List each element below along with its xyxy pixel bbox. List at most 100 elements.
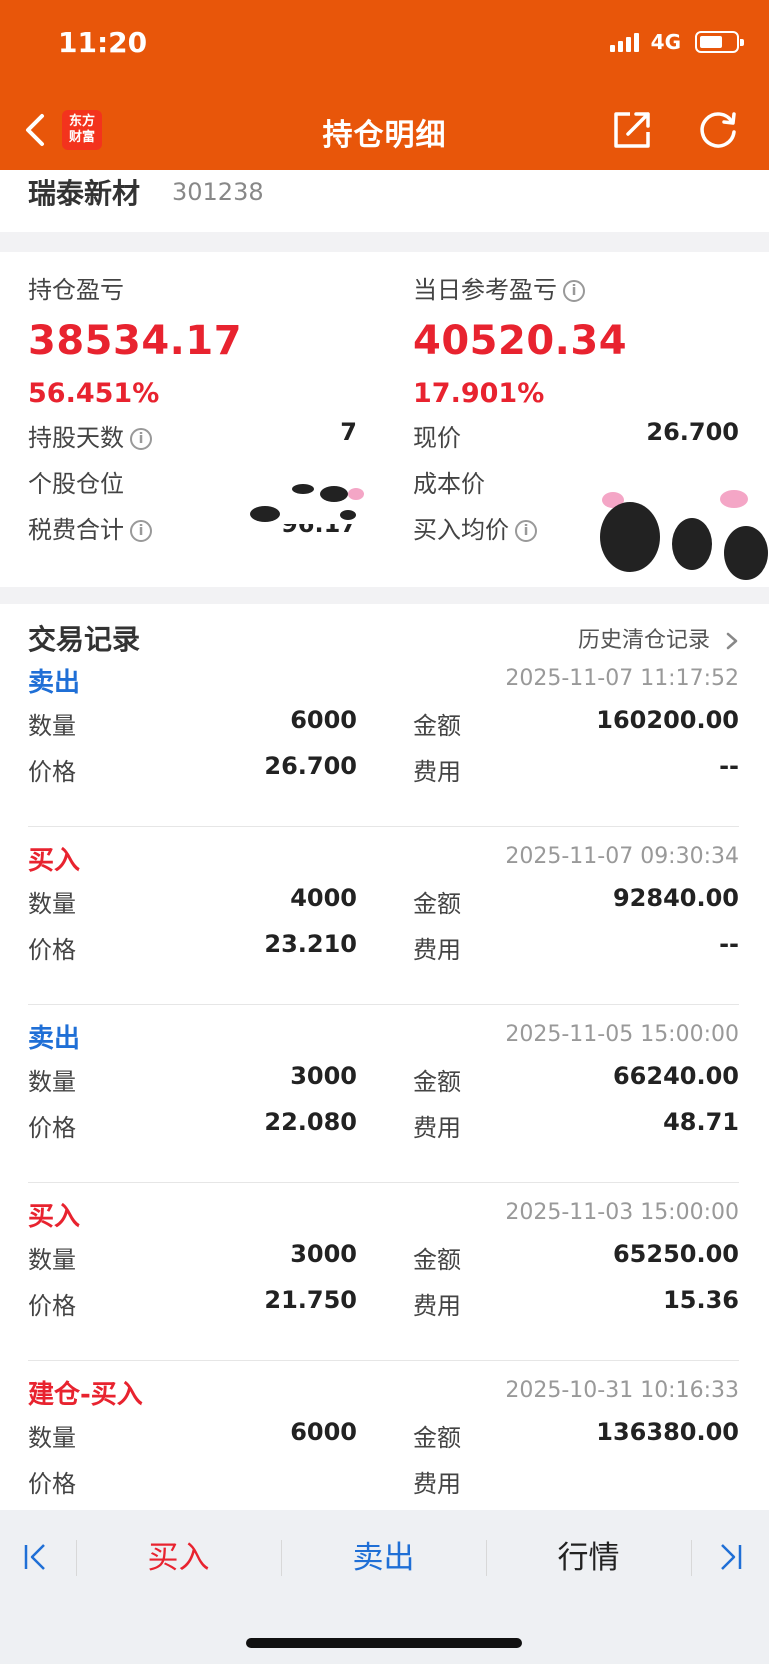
fee-label: 费用	[413, 758, 461, 786]
avg-buy-label: 买入均价 i	[413, 510, 537, 545]
redaction-sticker	[248, 482, 378, 524]
stock-info-row: 瑞泰新材 301238	[0, 170, 769, 232]
fee-value: --	[719, 752, 739, 780]
trade-record[interactable]: 建仓-买入 2025-10-31 10:16:33 数量 6000 金额 136380.0…	[0, 1374, 769, 1510]
home-indicator[interactable]	[246, 1638, 522, 1648]
info-icon[interactable]: i	[130, 428, 152, 450]
amount-value: 136380.00	[596, 1418, 739, 1446]
fee-label: 费用	[413, 1114, 461, 1142]
qty-label: 数量	[28, 1246, 76, 1274]
trade-time: 2025-11-07 11:17:52	[505, 666, 739, 691]
amount-label: 金额	[413, 1068, 461, 1096]
current-price-value: 26.700	[646, 418, 739, 446]
first-page-icon[interactable]	[22, 1542, 48, 1572]
quote-button[interactable]: 行情	[486, 1532, 691, 1577]
trade-time: 2025-11-05 15:00:00	[505, 1022, 739, 1047]
divider	[28, 1182, 739, 1183]
stock-code: 301238	[172, 178, 264, 206]
fee-value: 15.36	[663, 1286, 739, 1314]
position-ratio-label: 个股仓位	[28, 470, 124, 498]
separator	[691, 1540, 692, 1576]
amount-label: 金额	[413, 1246, 461, 1274]
amount-value: 160200.00	[596, 706, 739, 734]
trade-records: 交易记录 历史清仓记录 卖出 2025-11-07 11:17:52 数量 6000 金…	[0, 604, 769, 1510]
trade-type: 买入	[28, 846, 81, 876]
trade-type: 卖出	[28, 668, 81, 698]
trades-title: 交易记录	[28, 623, 141, 656]
status-time: 11:20	[58, 26, 148, 59]
price-label: 价格	[28, 936, 76, 964]
chevron-right-icon	[726, 632, 738, 650]
daily-pl-pct: 17.901%	[413, 378, 545, 409]
price-label: 价格	[28, 1470, 76, 1498]
info-icon[interactable]: i	[130, 520, 152, 542]
trade-time: 2025-11-07 09:30:34	[505, 844, 739, 869]
qty-value: 3000	[290, 1240, 357, 1268]
trade-record[interactable]: 买入 2025-11-03 15:00:00 数量 3000 金额 65250.00 价格 2…	[0, 1196, 769, 1374]
amount-value: 66240.00	[612, 1062, 739, 1090]
trade-type: 买入	[28, 1202, 81, 1232]
last-page-icon[interactable]	[718, 1542, 744, 1572]
fee-label: 费用	[413, 936, 461, 964]
app-header: 11:20 4G 东方 财富 持仓明细	[0, 0, 769, 170]
trade-time: 2025-10-31 10:16:33	[505, 1378, 739, 1403]
qty-label: 数量	[28, 712, 76, 740]
share-icon[interactable]	[610, 108, 654, 152]
trade-record[interactable]: 买入 2025-11-07 09:30:34 数量 4000 金额 92840.00 价格 2…	[0, 840, 769, 1018]
qty-label: 数量	[28, 1424, 76, 1452]
qty-value: 6000	[290, 1418, 357, 1446]
current-price-label: 现价	[413, 424, 461, 452]
battery-icon	[695, 31, 744, 53]
position-pl-label: 持仓盈亏	[28, 276, 124, 304]
amount-label: 金额	[413, 890, 461, 918]
trade-type: 建仓-买入	[28, 1380, 143, 1410]
network-label: 4G	[650, 30, 681, 54]
qty-value: 6000	[290, 706, 357, 734]
price-label: 价格	[28, 758, 76, 786]
trade-type: 卖出	[28, 1024, 81, 1054]
qty-value: 4000	[290, 884, 357, 912]
signal-icon	[609, 32, 639, 52]
position-pl-value: 38534.17	[28, 318, 243, 364]
price-value: 23.210	[264, 930, 357, 958]
fee-label: 费用	[413, 1292, 461, 1320]
amount-value: 92840.00	[612, 884, 739, 912]
amount-value: 65250.00	[612, 1240, 739, 1268]
section-gap	[0, 587, 769, 604]
holding-days-label: 持股天数 i	[28, 418, 152, 453]
redaction-sticker	[600, 488, 769, 580]
buy-button[interactable]: 买入	[76, 1532, 281, 1577]
divider	[28, 826, 739, 827]
sell-button[interactable]: 卖出	[281, 1532, 486, 1577]
fee-value: 48.71	[663, 1108, 739, 1136]
price-value: 22.080	[264, 1108, 357, 1136]
amount-label: 金额	[413, 712, 461, 740]
daily-pl-label: 当日参考盈亏 i	[413, 270, 585, 305]
trade-time: 2025-11-03 15:00:00	[505, 1200, 739, 1225]
bottom-action-bar: 买入 卖出 行情	[0, 1510, 769, 1602]
price-value: 21.750	[264, 1286, 357, 1314]
tax-fee-label: 税费合计 i	[28, 510, 152, 545]
home-indicator-area	[0, 1602, 769, 1664]
divider	[28, 1360, 739, 1361]
qty-label: 数量	[28, 1068, 76, 1096]
price-value: 26.700	[264, 752, 357, 780]
qty-label: 数量	[28, 890, 76, 918]
fee-label: 费用	[413, 1470, 461, 1498]
daily-pl-value: 40520.34	[413, 318, 628, 364]
trade-record[interactable]: 卖出 2025-11-05 15:00:00 数量 3000 金额 66240.00 价格 2…	[0, 1018, 769, 1196]
status-icons: 4G	[609, 30, 744, 54]
trade-record[interactable]: 卖出 2025-11-07 11:17:52 数量 6000 金额 160200.00 价格…	[0, 662, 769, 840]
history-clear-link[interactable]: 历史清仓记录	[578, 622, 739, 654]
refresh-icon[interactable]	[696, 108, 740, 152]
position-pl-pct: 56.451%	[28, 378, 160, 409]
amount-label: 金额	[413, 1424, 461, 1452]
holding-days-value: 7	[340, 418, 357, 446]
divider	[28, 1004, 739, 1005]
stock-name: 瑞泰新材	[28, 177, 141, 210]
info-icon[interactable]: i	[515, 520, 537, 542]
info-icon[interactable]: i	[563, 280, 585, 302]
section-gap	[0, 232, 769, 252]
fee-value: --	[719, 930, 739, 958]
qty-value: 3000	[290, 1062, 357, 1090]
